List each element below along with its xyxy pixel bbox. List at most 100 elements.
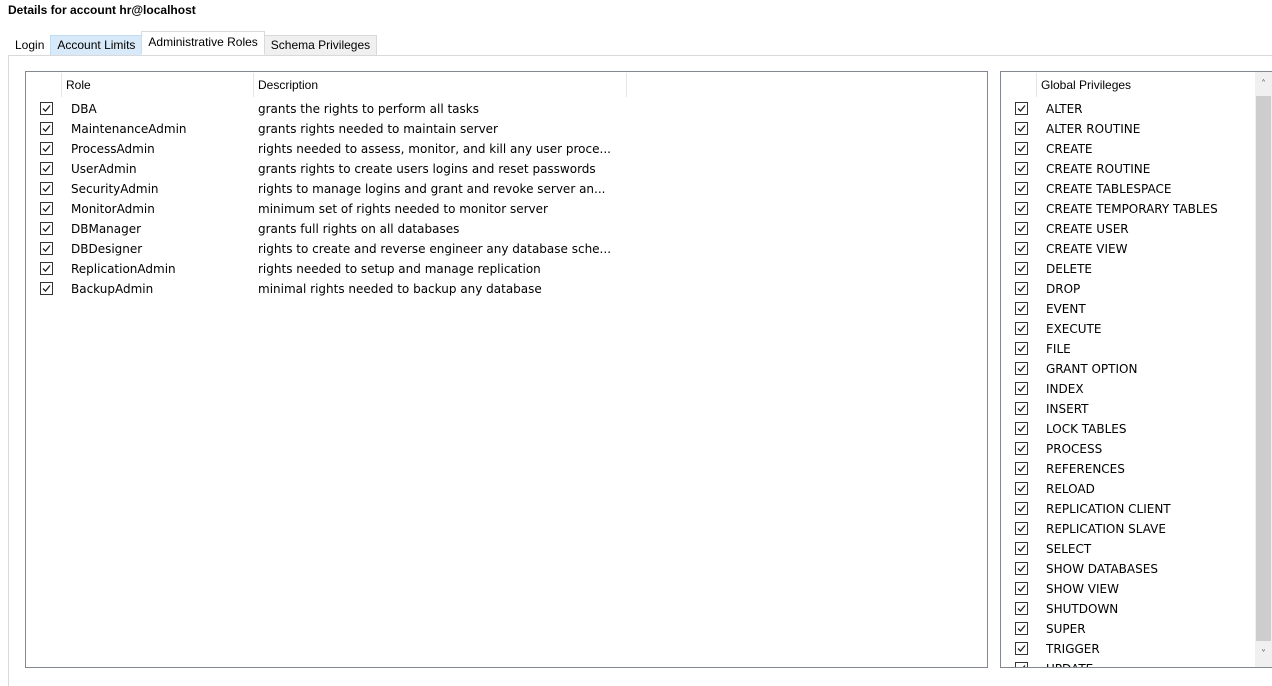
list-item[interactable]: SHOW DATABASES <box>1001 559 1255 579</box>
table-row[interactable]: DBDesigner rights to create and reverse e… <box>26 239 985 259</box>
column-header-global-privileges[interactable]: Global Privileges <box>1037 73 1255 97</box>
scrollbar-thumb[interactable] <box>1256 96 1271 641</box>
checkbox-checked-icon[interactable] <box>1015 342 1028 355</box>
checkbox-checked-icon[interactable] <box>1015 662 1028 667</box>
checkbox-checked-icon[interactable] <box>40 222 53 235</box>
checkbox-checked-icon[interactable] <box>40 122 53 135</box>
checkbox-checked-icon[interactable] <box>1015 202 1028 215</box>
list-item[interactable]: EXECUTE <box>1001 319 1255 339</box>
list-item[interactable]: SHUTDOWN <box>1001 599 1255 619</box>
checkbox-checked-icon[interactable] <box>40 142 53 155</box>
list-item[interactable]: ALTER ROUTINE <box>1001 119 1255 139</box>
list-item[interactable]: EVENT <box>1001 299 1255 319</box>
list-item[interactable]: GRANT OPTION <box>1001 359 1255 379</box>
table-row[interactable]: DBA grants the rights to perform all task… <box>26 99 985 119</box>
list-item[interactable]: SUPER <box>1001 619 1255 639</box>
list-item[interactable]: CREATE USER <box>1001 219 1255 239</box>
column-header-role[interactable]: Role <box>62 73 254 97</box>
table-row[interactable]: ProcessAdmin rights needed to assess, mon… <box>26 139 985 159</box>
list-item[interactable]: UPDATE <box>1001 659 1255 667</box>
checkbox-checked-icon[interactable] <box>1015 302 1028 315</box>
checkbox-checked-icon[interactable] <box>1015 102 1028 115</box>
list-item[interactable]: LOCK TABLES <box>1001 419 1255 439</box>
table-row[interactable]: MonitorAdmin minimum set of rights needed… <box>26 199 985 219</box>
tab-account-limits[interactable]: Account Limits <box>50 35 143 55</box>
checkbox-checked-icon[interactable] <box>1015 282 1028 295</box>
list-item[interactable]: DELETE <box>1001 259 1255 279</box>
list-item[interactable]: REFERENCES <box>1001 459 1255 479</box>
list-item[interactable]: REPLICATION SLAVE <box>1001 519 1255 539</box>
role-name: DBManager <box>71 222 142 236</box>
list-item[interactable]: CREATE VIEW <box>1001 239 1255 259</box>
table-row[interactable]: SecurityAdmin rights to manage logins and… <box>26 179 985 199</box>
list-item[interactable]: CREATE TABLESPACE <box>1001 179 1255 199</box>
global-privileges-list[interactable]: Global Privileges ALTER ALTER ROUTINE CREA… <box>1000 71 1272 668</box>
list-item[interactable]: DROP <box>1001 279 1255 299</box>
checkbox-checked-icon[interactable] <box>1015 262 1028 275</box>
checkbox-checked-icon[interactable] <box>1015 382 1028 395</box>
checkbox-checked-icon[interactable] <box>1015 522 1028 535</box>
checkbox-checked-icon[interactable] <box>40 102 53 115</box>
tab-schema-privileges[interactable]: Schema Privileges <box>263 35 378 55</box>
list-item[interactable]: INSERT <box>1001 399 1255 419</box>
checkbox-checked-icon[interactable] <box>1015 622 1028 635</box>
checkbox-checked-icon[interactable] <box>1015 642 1028 655</box>
column-header-priv-check[interactable] <box>1001 73 1037 97</box>
tab-administrative-roles[interactable]: Administrative Roles <box>141 31 265 55</box>
checkbox-checked-icon[interactable] <box>1015 182 1028 195</box>
checkbox-checked-icon[interactable] <box>1015 362 1028 375</box>
table-row[interactable]: UserAdmin grants rights to create users l… <box>26 159 985 179</box>
checkbox-checked-icon[interactable] <box>1015 142 1028 155</box>
vertical-scrollbar[interactable]: ˄ ˅ <box>1255 72 1272 667</box>
checkbox-checked-icon[interactable] <box>40 282 53 295</box>
checkbox-checked-icon[interactable] <box>1015 162 1028 175</box>
checkbox-checked-icon[interactable] <box>40 242 53 255</box>
checkbox-checked-icon[interactable] <box>1015 482 1028 495</box>
role-name: UserAdmin <box>71 162 137 176</box>
list-item[interactable]: REPLICATION CLIENT <box>1001 499 1255 519</box>
list-item[interactable]: FILE <box>1001 339 1255 359</box>
chevron-down-icon[interactable]: ˅ <box>1255 646 1272 663</box>
checkbox-checked-icon[interactable] <box>1015 222 1028 235</box>
list-item[interactable]: ALTER <box>1001 99 1255 119</box>
checkbox-checked-icon[interactable] <box>1015 602 1028 615</box>
checkbox-checked-icon[interactable] <box>1015 562 1028 575</box>
privilege-name: EXECUTE <box>1046 322 1102 336</box>
list-item[interactable]: TRIGGER <box>1001 639 1255 659</box>
checkbox-checked-icon[interactable] <box>1015 322 1028 335</box>
checkbox-checked-icon[interactable] <box>1015 502 1028 515</box>
role-name: MaintenanceAdmin <box>71 122 187 136</box>
list-item[interactable]: CREATE TEMPORARY TABLES <box>1001 199 1255 219</box>
checkbox-checked-icon[interactable] <box>1015 462 1028 475</box>
checkbox-checked-icon[interactable] <box>40 162 53 175</box>
checkbox-checked-icon[interactable] <box>40 202 53 215</box>
checkbox-checked-icon[interactable] <box>1015 582 1028 595</box>
tab-login[interactable]: Login <box>8 35 52 55</box>
list-item[interactable]: RELOAD <box>1001 479 1255 499</box>
list-item[interactable]: CREATE ROUTINE <box>1001 159 1255 179</box>
checkbox-checked-icon[interactable] <box>1015 422 1028 435</box>
privilege-name: DROP <box>1046 282 1081 296</box>
column-header-check[interactable] <box>26 73 62 97</box>
checkbox-checked-icon[interactable] <box>1015 402 1028 415</box>
list-item[interactable]: CREATE <box>1001 139 1255 159</box>
table-row[interactable]: DBManager grants full rights on all datab… <box>26 219 985 239</box>
list-item[interactable]: SHOW VIEW <box>1001 579 1255 599</box>
roles-list[interactable]: Role Description DBA grants the rights to… <box>25 71 988 668</box>
chevron-up-icon[interactable]: ˄ <box>1255 76 1272 93</box>
list-item[interactable]: SELECT <box>1001 539 1255 559</box>
role-name: ProcessAdmin <box>71 142 155 156</box>
checkbox-checked-icon[interactable] <box>40 182 53 195</box>
checkbox-checked-icon[interactable] <box>1015 442 1028 455</box>
list-item[interactable]: INDEX <box>1001 379 1255 399</box>
checkbox-checked-icon[interactable] <box>40 262 53 275</box>
table-row[interactable]: ReplicationAdmin rights needed to setup a… <box>26 259 985 279</box>
role-name: MonitorAdmin <box>71 202 155 216</box>
checkbox-checked-icon[interactable] <box>1015 122 1028 135</box>
table-row[interactable]: BackupAdmin minimal rights needed to back… <box>26 279 985 299</box>
checkbox-checked-icon[interactable] <box>1015 542 1028 555</box>
table-row[interactable]: MaintenanceAdmin grants rights needed to … <box>26 119 985 139</box>
list-item[interactable]: PROCESS <box>1001 439 1255 459</box>
column-header-description[interactable]: Description <box>254 73 627 97</box>
checkbox-checked-icon[interactable] <box>1015 242 1028 255</box>
